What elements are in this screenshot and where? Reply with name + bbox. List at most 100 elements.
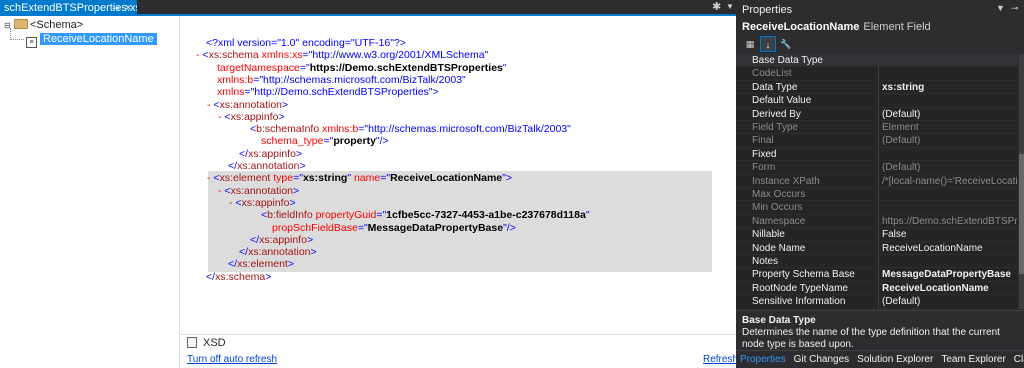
element-field-icon: ≡ [26,37,37,48]
xml-token: type [270,172,294,185]
xml-line: </xs:annotation> [228,160,306,173]
xml-token: > [299,160,306,172]
selected-object[interactable]: ReceiveLocationName Element Field [742,20,931,34]
property-row[interactable]: Notes [736,255,1018,269]
xml-token: xs:appinfo [241,196,290,209]
property-name: Form [752,162,776,174]
selected-object-name: ReceiveLocationName [742,21,860,33]
property-row[interactable]: Property Schema Base MessageDataPropertyB… [736,268,1018,282]
property-value[interactable]: (Default) [882,134,1018,147]
xml-line: </xs:appinfo> [250,234,313,247]
xml-line: - <xs:annotation> [207,99,288,112]
scrollbar[interactable] [1019,54,1024,309]
xml-token: > [278,110,285,123]
property-row[interactable]: Form (Default) [736,161,1018,175]
property-row[interactable]: Node Name ReceiveLocationName [736,242,1018,255]
property-value[interactable]: (Default) [882,108,1018,121]
turn-off-auto-refresh-link[interactable]: Turn off auto refresh [187,353,277,366]
property-row[interactable]: Namespace https://Demo.schExtendBTSProper… [736,215,1018,229]
property-row[interactable]: CodeList [736,67,1018,81]
tab-git-changes[interactable]: Git Changes [790,351,854,368]
xml-token: " [462,73,466,86]
property-value[interactable]: (Default) [882,295,1018,308]
xml-token: xs:annotation [248,246,311,259]
property-value[interactable]: Element [882,121,1018,134]
ide-window: schExtendBTSProperties.xsd ⊸ × ✱ ▼ ⊟ <Sch… [0,0,1024,368]
property-row[interactable]: Data Type xs:string [736,81,1018,95]
categorized-icon[interactable]: ▦ [742,36,758,52]
tree-connector [10,39,24,40]
tree-node-schema[interactable]: ⊟ <Schema> [4,18,83,32]
property-row[interactable]: RootNode TypeName ReceiveLocationName [736,282,1018,296]
property-value[interactable]: (Default) [882,161,1018,174]
close-icon[interactable]: × [125,0,131,16]
property-value[interactable]: https://Demo.schExtendBTSPropertie [882,215,1018,228]
tab-properties[interactable]: Properties [736,351,790,368]
xml-token: <?xml version="1.0" encoding="UTF-16"?> [206,37,406,49]
alphabetical-icon[interactable]: ↓ [760,36,776,52]
gear-icon[interactable]: ✱ [712,1,721,14]
xml-token: =" [253,73,264,86]
xml-token: > [265,270,272,283]
property-row[interactable]: Base Data Type [736,54,1018,68]
document-tab[interactable]: schExtendBTSProperties.xsd ⊸ × [0,0,137,16]
property-name: Node Name [752,242,806,254]
property-value[interactable]: /*[local-name()='ReceiveLocationNa [882,175,1018,188]
property-row[interactable]: Default Value [736,94,1018,108]
tab-xsd[interactable]: XSD [187,336,226,350]
xml-token: http://schemas.microsoft.com/BizTalk/200… [368,123,568,136]
property-value[interactable]: ReceiveLocationName [882,242,1018,255]
property-row[interactable]: Max Occurs [736,188,1018,202]
tree-node-schema-label: <Schema> [30,19,84,31]
property-row[interactable]: Sensitive Information (Default) [736,295,1018,309]
property-value[interactable]: xs:string [882,81,1018,94]
property-value[interactable]: MessageDataPropertyBase [882,268,1018,281]
property-row[interactable]: Final (Default) [736,134,1018,148]
xml-token: xs:appinfo [230,110,279,123]
property-row[interactable]: Min Occurs [736,201,1018,215]
tab-class-view[interactable]: Class View [1010,351,1024,368]
document-icon [187,337,197,348]
xml-token: > [282,98,289,111]
xml-token: xs:element [237,258,288,271]
xml-token: propertyGuid [312,209,377,222]
description-text: Determines the name of the type definiti… [742,327,1000,350]
xml-token: xs:schema [208,49,259,62]
tree-node-element-label: ReceiveLocationName [40,33,157,45]
tab-solution-explorer[interactable]: Solution Explorer [853,351,937,368]
xml-token: =" [380,172,391,185]
chevron-down-icon[interactable]: ▼ [996,3,1005,13]
xml-token: =" [244,86,255,99]
property-name: Fixed [752,148,777,160]
pin-icon[interactable]: ⊸ [112,0,120,16]
property-row[interactable]: Nillable False [736,228,1018,242]
scrollbar-thumb[interactable] [1019,154,1024,274]
property-row[interactable]: Instance XPath /*[local-name()='ReceiveLo… [736,175,1018,188]
xml-token: xmlns:b [217,73,254,86]
property-name: RootNode TypeName [752,282,848,294]
tree-node-receivelocationname[interactable]: ≡ ReceiveLocationName [26,32,157,48]
property-row[interactable]: Field Type Element [736,121,1018,135]
property-value[interactable]: ReceiveLocationName [882,282,1018,295]
xml-token: name [351,172,381,185]
chevron-down-icon[interactable]: ▼ [726,2,734,11]
property-value[interactable]: False [882,228,1018,241]
refresh-link[interactable]: Refresh [703,353,738,366]
property-row[interactable]: Derived By (Default) [736,108,1018,121]
xml-token: " [502,61,507,74]
xml-token: > [293,184,300,197]
xml-token: xs:schema [215,270,266,283]
xml-token: b:schemaInfo [256,123,320,136]
xml-token: xs:annotation [219,98,283,111]
tab-team-explorer[interactable]: Team Explorer [937,351,1009,368]
xml-view[interactable]: <?xml version="1.0" encoding="UTF-16"?> -… [181,16,736,368]
pin-icon[interactable]: ⊸ [1011,3,1019,13]
xml-token: 1cfbe5cc-7327-4453-a1be-c237678d118a [386,209,586,222]
property-pages-icon[interactable]: 🔧 [778,36,794,52]
xml-token: xs:appinfo [248,147,296,160]
property-row[interactable]: Fixed [736,148,1018,162]
xml-token: http://schemas.microsoft.com/BizTalk/200… [263,73,463,86]
xml-token: xmlns:b [319,123,359,136]
property-name: Notes [752,256,779,267]
xml-token: b:fieldInfo [267,209,313,222]
